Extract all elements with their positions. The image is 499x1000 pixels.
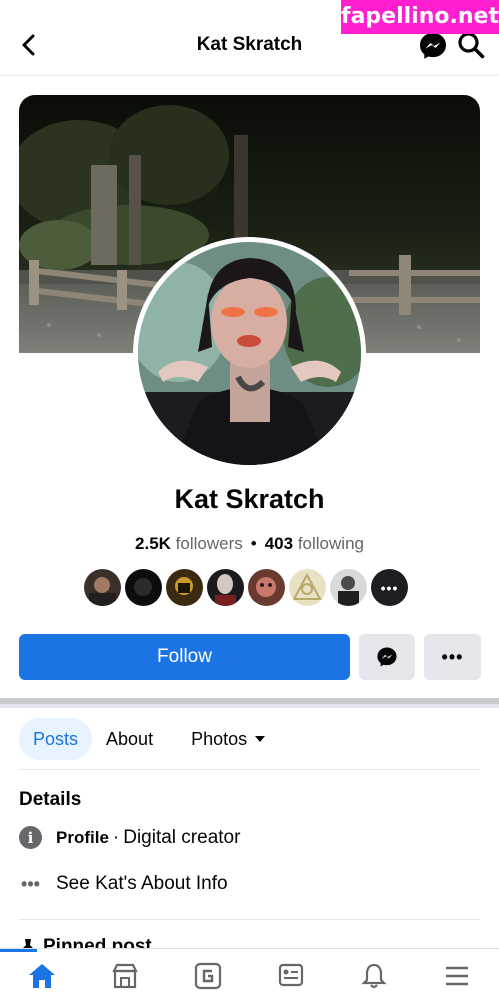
search-button[interactable] — [456, 30, 486, 60]
followers-link[interactable]: 2.5K followers — [135, 534, 243, 553]
tab-photos[interactable]: Photos — [177, 718, 279, 760]
more-options-button[interactable]: ••• — [424, 634, 481, 680]
followers-label: followers — [175, 534, 243, 553]
feeds-icon — [278, 963, 304, 987]
nav-feeds[interactable] — [274, 959, 308, 993]
more-dots-icon: ••• — [21, 873, 40, 894]
follower-avatars: ••• — [84, 569, 408, 606]
stats-separator: • — [250, 534, 257, 553]
section-separator — [0, 698, 499, 708]
follow-stats: 2.5K followers • 403 following — [0, 534, 499, 554]
details-heading: Details — [19, 789, 82, 810]
follower-avatar[interactable] — [248, 569, 285, 606]
bottom-navigation — [0, 948, 499, 1000]
marketplace-icon — [111, 963, 138, 989]
section-divider — [19, 919, 480, 920]
gaming-icon — [194, 962, 221, 990]
nav-gaming[interactable] — [191, 959, 225, 993]
nav-home[interactable] — [0, 949, 59, 993]
see-about-info-link[interactable]: ••• See Kat's About Info — [19, 873, 228, 895]
info-icon: i — [19, 826, 42, 849]
followers-count: 2.5K — [135, 534, 171, 553]
follow-button[interactable]: Follow — [19, 634, 350, 680]
profile-name: Kat Skratch — [174, 484, 325, 514]
avatar-image — [138, 242, 361, 465]
watermark: fapellino.net — [341, 0, 499, 34]
nav-notifications[interactable] — [357, 959, 391, 993]
detail-profile-row: i Profile · Digital creator — [19, 826, 240, 849]
follower-avatar[interactable] — [166, 569, 203, 606]
home-icon — [28, 964, 55, 988]
bell-icon — [361, 963, 387, 989]
messenger-icon — [420, 33, 446, 59]
messenger-icon — [377, 647, 397, 667]
messenger-button[interactable] — [418, 31, 448, 61]
caret-down-icon — [255, 736, 266, 742]
more-followers-button[interactable]: ••• — [371, 569, 408, 606]
following-label: following — [297, 534, 364, 553]
follower-avatar[interactable] — [330, 569, 367, 606]
profile-tabs: Posts About Photos — [19, 718, 279, 760]
follower-avatar[interactable] — [125, 569, 162, 606]
profile-separator: · — [112, 826, 120, 848]
tab-photos-label: Photos — [191, 729, 248, 749]
following-link[interactable]: 403 following — [265, 534, 364, 553]
follower-avatar[interactable] — [289, 569, 326, 606]
following-count: 403 — [264, 534, 294, 553]
tab-posts[interactable]: Posts — [19, 718, 93, 760]
nav-marketplace[interactable] — [108, 959, 142, 993]
follower-avatar[interactable] — [84, 569, 121, 606]
menu-icon — [446, 966, 469, 986]
tabs-divider — [19, 769, 480, 770]
profile-picture[interactable] — [133, 237, 366, 470]
tab-about[interactable]: About — [92, 718, 167, 760]
message-button[interactable] — [359, 634, 415, 680]
about-link-label: See Kat's About Info — [56, 873, 228, 894]
nav-menu[interactable] — [440, 959, 474, 993]
profile-category: Digital creator — [123, 826, 241, 848]
follower-avatar[interactable] — [207, 569, 244, 606]
search-icon — [458, 32, 485, 59]
profile-label: Profile — [56, 827, 109, 847]
